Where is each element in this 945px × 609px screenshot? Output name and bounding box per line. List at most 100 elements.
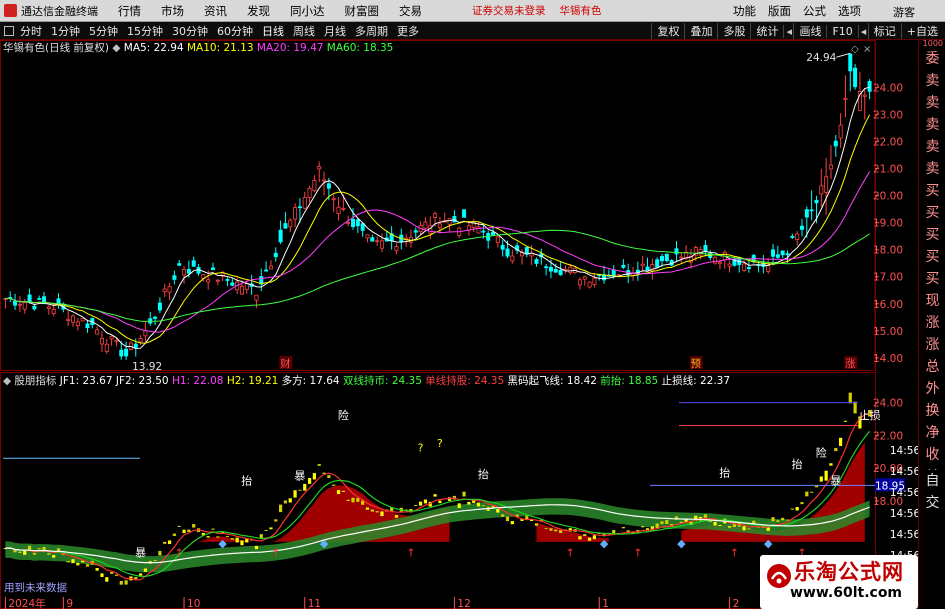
indicator-bar: [211, 528, 215, 530]
menu-market[interactable]: 市场: [161, 3, 184, 19]
side-item-3[interactable]: 卖三: [919, 114, 945, 136]
period-15min[interactable]: 15分钟: [127, 23, 163, 39]
side-item-0[interactable]: 委比: [919, 48, 945, 70]
period-monthly[interactable]: 月线: [324, 23, 346, 39]
indicator-bar: [800, 502, 804, 505]
menu-market-quotes[interactable]: 行情: [118, 3, 141, 19]
indicator-bar: [544, 527, 548, 529]
candle-body: [75, 321, 80, 327]
toolbar-next-icon[interactable]: ◂: [857, 24, 868, 38]
side-item-6[interactable]: 买一: [919, 180, 945, 202]
side-item-15[interactable]: 外盘: [919, 378, 945, 400]
candle-body: [206, 279, 211, 283]
indicator-legend-item: 止损线: 22.37: [662, 374, 730, 387]
side-item-19[interactable]: 自动: [919, 470, 945, 492]
side-item-7[interactable]: 买二: [919, 202, 945, 224]
indicator-frame: [0, 372, 876, 609]
stats-button[interactable]: 统计: [750, 23, 783, 39]
event-marker: 预: [691, 358, 702, 370]
side-item-12[interactable]: 涨跌: [919, 312, 945, 334]
side-item-4[interactable]: 卖二: [919, 136, 945, 158]
price-pane[interactable]: 14.00 15.00 16.00 17.00 18.00 19.00 20.00 21.00…: [0, 40, 904, 373]
candle-body: [790, 236, 795, 238]
indicator-bar: [462, 491, 466, 497]
candle-body: [22, 301, 27, 310]
indicator-bar: [587, 537, 592, 541]
candle-body: [143, 330, 148, 337]
period-5min[interactable]: 5分钟: [89, 23, 118, 39]
indicator-bar: [795, 507, 799, 511]
indicator-legend-item: 单线持股: 24.35: [425, 374, 507, 387]
menu-options[interactable]: 选项: [838, 3, 861, 19]
overlay-button[interactable]: 叠加: [684, 23, 717, 39]
indicator-bar: [278, 504, 283, 513]
indicator-bar: [76, 562, 80, 566]
watermark-logo-icon: [767, 564, 791, 588]
candle-body: [655, 259, 660, 268]
multi-stock-button[interactable]: 多股: [717, 23, 750, 39]
indicator-bar: [119, 580, 123, 585]
indicator-bar: [47, 553, 51, 555]
side-item-13[interactable]: 涨幅: [919, 334, 945, 356]
indicator-bar: [114, 574, 119, 576]
period-1min[interactable]: 1分钟: [51, 23, 80, 39]
indicator-bar: [713, 521, 717, 526]
adjust-button[interactable]: 复权: [651, 23, 684, 39]
candle-body: [119, 349, 124, 357]
chart-area[interactable]: 14.00 15.00 16.00 17.00 18.00 19.00 20.00 21.00…: [0, 40, 918, 609]
side-item-8[interactable]: 买三: [919, 224, 945, 246]
indicator-tick-label: 24.00: [873, 398, 903, 410]
period-box-icon[interactable]: [4, 25, 14, 36]
candle-body: [37, 298, 42, 300]
side-item-5[interactable]: 卖一: [919, 158, 945, 180]
indicator-bar: [423, 499, 428, 504]
period-multi[interactable]: 多周期: [355, 23, 388, 39]
price-tick-label: 21.00: [873, 163, 903, 175]
menu-news[interactable]: 资讯: [204, 3, 227, 19]
draw-line-button[interactable]: 画线: [793, 23, 826, 39]
candle-body: [264, 269, 269, 272]
login-status[interactable]: 证券交易未登录: [472, 3, 546, 18]
menu-fortune-circle[interactable]: 财富圈: [345, 3, 380, 19]
menu-tongxiaoda[interactable]: 同小达: [290, 3, 325, 19]
side-item-9[interactable]: 买四: [919, 246, 945, 268]
toolbar-prev-icon[interactable]: ◂: [783, 24, 793, 38]
menu-formula[interactable]: 公式: [803, 3, 826, 19]
menu-layout[interactable]: 版面: [768, 3, 791, 19]
indicator-bar: [264, 529, 268, 531]
side-item-14[interactable]: 总量: [919, 356, 945, 378]
mark-button[interactable]: 标记: [867, 23, 901, 39]
indicator-bar: [298, 489, 302, 491]
side-item-20[interactable]: 交易: [919, 492, 945, 514]
guest-user[interactable]: 游客: [893, 4, 915, 20]
signal-label: 暴: [135, 547, 146, 560]
menu-discover[interactable]: 发现: [247, 3, 270, 19]
menu-trade[interactable]: 交易: [399, 3, 422, 19]
add-watchlist-button[interactable]: +自选: [900, 23, 943, 39]
indicator-bar: [476, 502, 481, 507]
candle-body: [172, 275, 177, 280]
indicator-bar: [254, 545, 259, 550]
side-item-10[interactable]: 买五: [919, 268, 945, 290]
indicator-bar: [71, 559, 75, 564]
period-weekly[interactable]: 周线: [293, 23, 315, 39]
period-60min[interactable]: 60分钟: [217, 23, 253, 39]
candle-body: [746, 267, 751, 270]
period-intraday[interactable]: 分时: [20, 23, 42, 39]
indicator-bar: [13, 549, 17, 553]
side-item-17[interactable]: 净资: [919, 422, 945, 444]
ma-line-ma10: [5, 114, 871, 344]
indicator-bar: [143, 568, 148, 572]
period-30min[interactable]: 30分钟: [172, 23, 208, 39]
f10-button[interactable]: F10: [826, 24, 857, 38]
side-item-16[interactable]: 换手: [919, 400, 945, 422]
period-more[interactable]: 更多: [397, 23, 419, 39]
title-bar: 通达信金融终端 行情 市场 资讯 发现 同小达 财富圈 交易 证券交易未登录 华…: [0, 0, 945, 22]
side-item-1[interactable]: 卖五: [919, 70, 945, 92]
side-item-18[interactable]: 收益: [919, 444, 945, 470]
indicator-bar: [810, 491, 814, 493]
menu-function[interactable]: 功能: [733, 3, 756, 19]
period-daily[interactable]: 日线: [262, 23, 284, 39]
side-item-11[interactable]: 现价: [919, 290, 945, 312]
side-item-2[interactable]: 卖四: [919, 92, 945, 114]
